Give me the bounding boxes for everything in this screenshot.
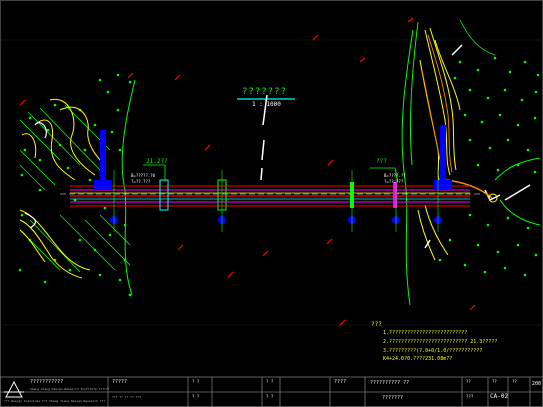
signature-1: ? ? — [192, 379, 200, 384]
notes-heading: ??? — [371, 321, 382, 328]
drawing-title-label: ???? — [334, 379, 347, 385]
drawing-title-text: ?????????? ?? — [370, 380, 410, 386]
right-station-label: ??? — [376, 158, 387, 165]
company-logo — [4, 380, 24, 398]
right-terrain-hatch — [401, 19, 541, 306]
right-orange-contours — [421, 34, 453, 173]
drawing-title: ??????? — [242, 87, 287, 97]
drawing-scale: 1 : 1000 — [252, 101, 281, 108]
right-road-curve — [444, 179, 493, 199]
right-pier-sublabel: ?=??.??? — [384, 179, 404, 184]
company-name: ??????????? — [30, 379, 64, 385]
scale-value: ??? — [466, 394, 474, 399]
signature-4: ? ? — [266, 394, 274, 399]
left-pier-label: B=?????.?0 — [131, 173, 156, 178]
date-value: 200 — [532, 381, 542, 387]
sheet-number: CA-02 — [490, 393, 509, 400]
notes-line-4: K4+24.0?0.????231.08m?? — [383, 356, 453, 362]
cad-drawing-canvas: ??????? 1 : 1000 21.2?? B=?????.?0 ?=??.… — [0, 0, 543, 407]
left-terrain-hatch — [18, 73, 136, 297]
notes-line-1: 1.?????????????????????????? — [383, 330, 468, 336]
project-sub: ??? ?? ?? ?? ??? — [112, 395, 141, 399]
company-subtitle-2: ??? Design Institute ??? Sheng Jiang Des… — [4, 399, 106, 403]
right-contour-lines — [417, 27, 461, 261]
sheet-number-label: ?? — [492, 379, 497, 384]
pier-foundations — [110, 216, 442, 224]
date-label: ?? — [512, 379, 517, 384]
drawing-subtitle-text: ??????? — [382, 395, 404, 401]
left-contour-lines — [19, 98, 103, 279]
station-leaders — [143, 164, 399, 183]
left-terrain-outline — [24, 122, 47, 229]
company-subtitle-1: Sheng Jiang Design Research Institute ??… — [30, 387, 110, 391]
left-pier-sublabel: ?=??.??? — [131, 179, 151, 184]
signature-3: ? ? — [266, 379, 274, 384]
notes-line-2: 2.?????????????????????????? 21.3????? — [383, 339, 498, 345]
plan-view-drawing — [0, 0, 543, 407]
left-station-label: 21.2?? — [146, 158, 168, 165]
project-label: ????? — [112, 379, 128, 385]
bridge-deck — [60, 185, 480, 207]
bridge-piers — [94, 125, 452, 211]
notes-line-3: 3.?????????(?.0+0/1.0/??????????? — [383, 348, 483, 354]
signature-2: ? ? — [192, 394, 200, 399]
scale-label: ?? — [466, 379, 471, 384]
right-pier-label: B=????.?? — [384, 173, 406, 178]
